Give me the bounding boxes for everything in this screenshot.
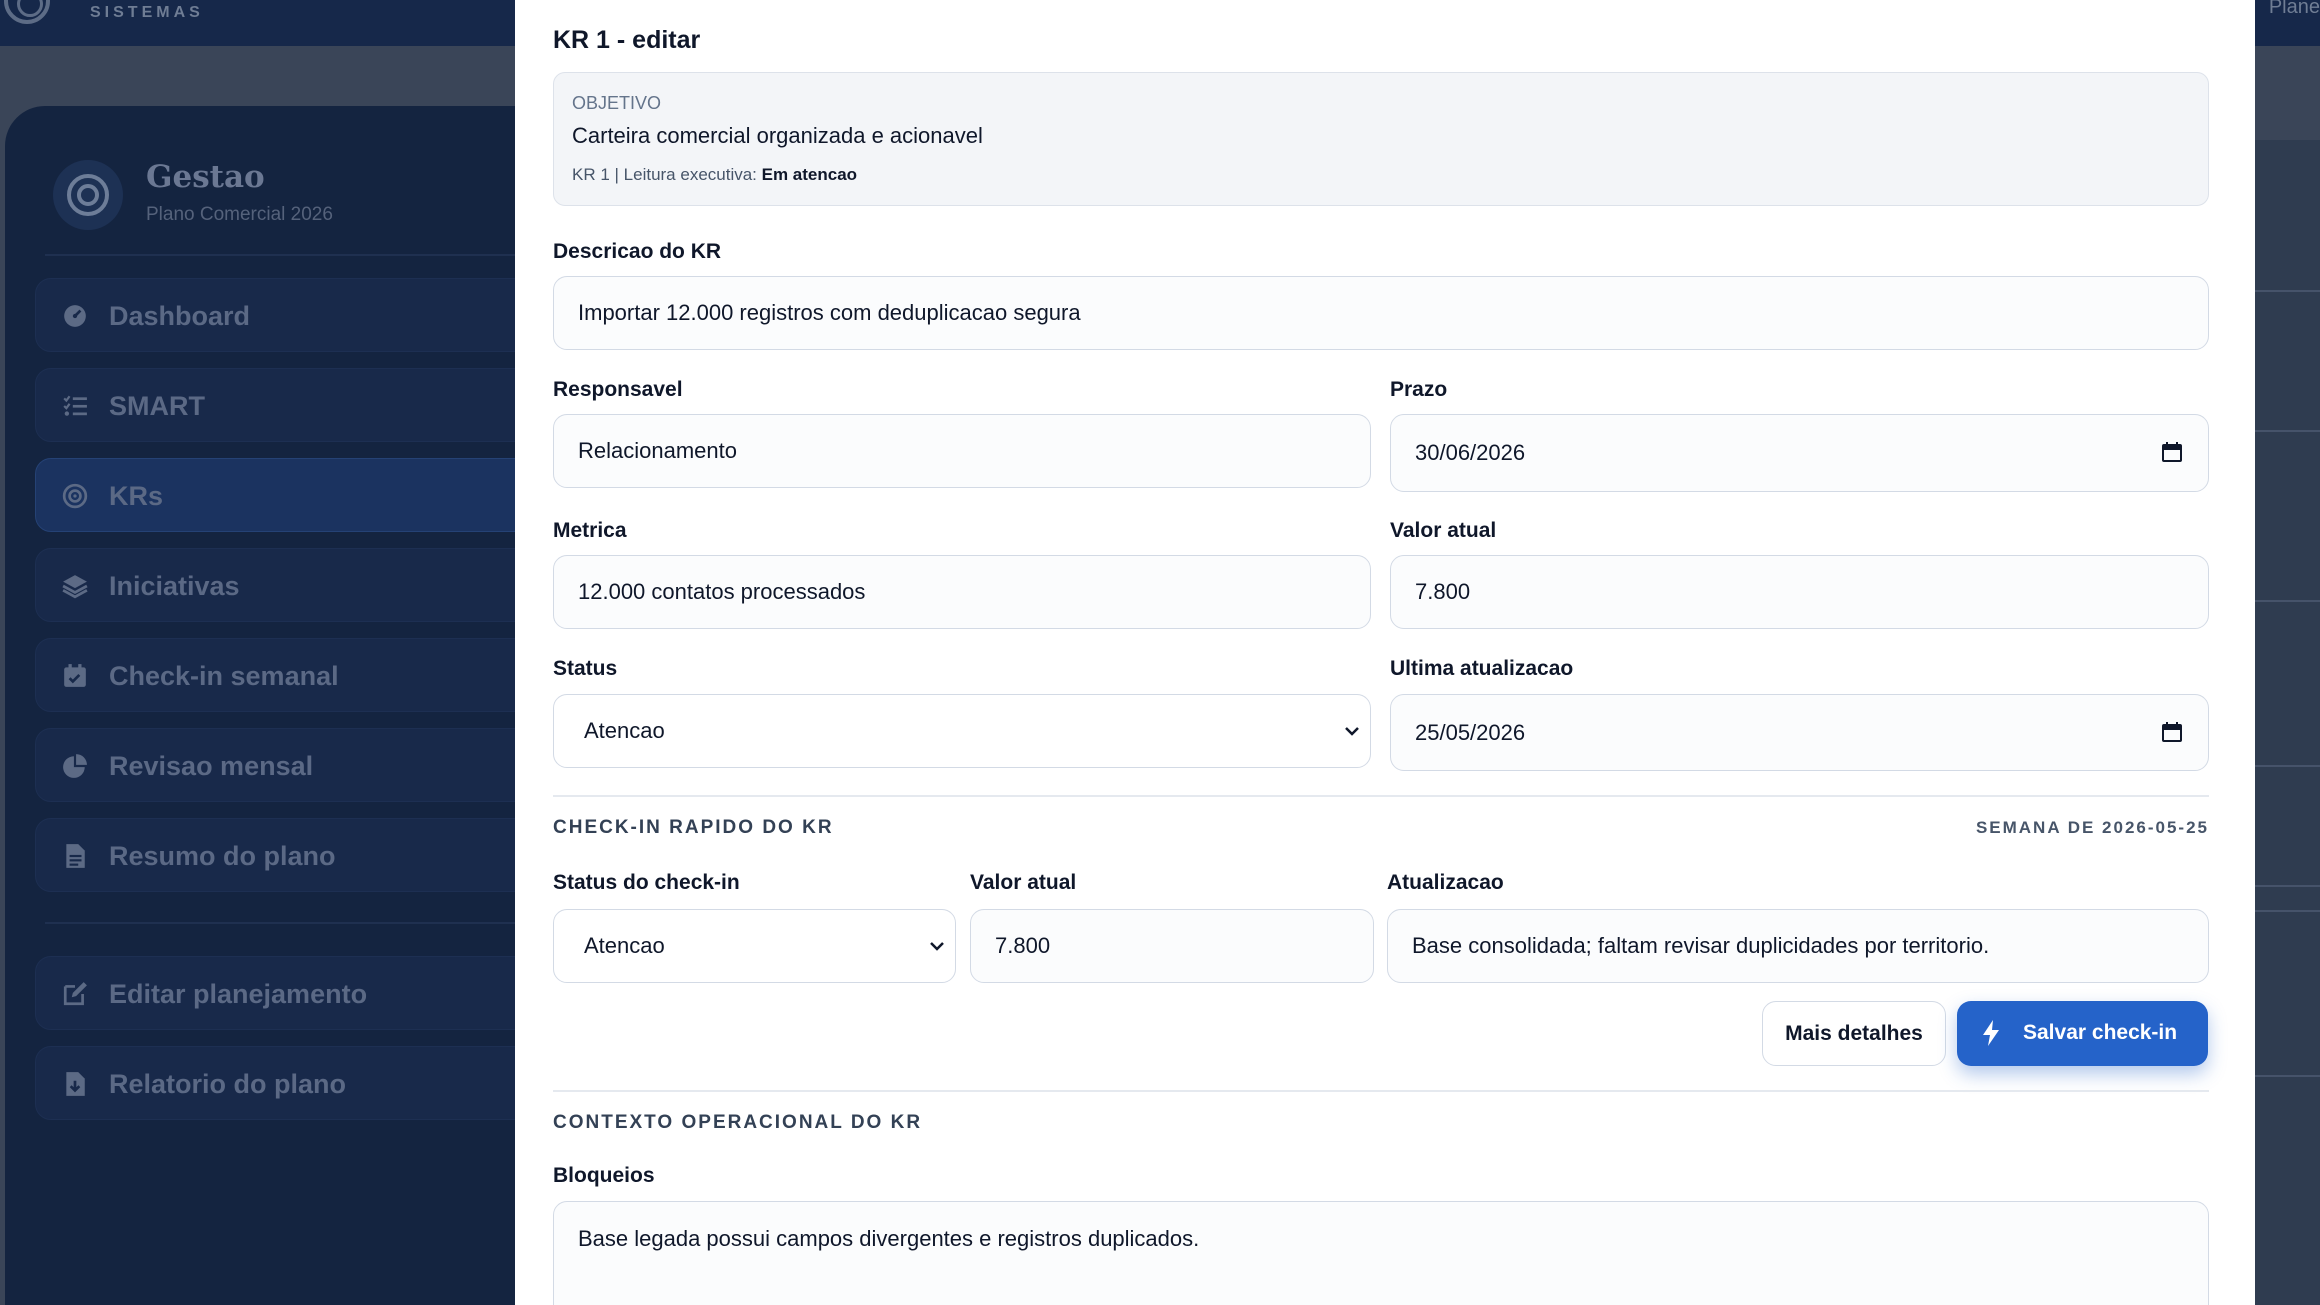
- sidebar-item-resumo-do-plano[interactable]: Resumo do plano: [35, 818, 565, 892]
- lightning-icon: [1983, 1020, 1999, 1046]
- bloqueios-label: Bloqueios: [553, 1164, 655, 1187]
- sidebar-item-label: KRs: [109, 481, 164, 511]
- metrica-label: Metrica: [553, 519, 627, 542]
- ultima-atualizacao-date-input[interactable]: 25/05/2026: [1390, 694, 2209, 771]
- checkin-atualizacao-input[interactable]: Base consolidada; faltam revisar duplici…: [1387, 909, 2209, 983]
- checkin-valor-input[interactable]: 7.800: [970, 909, 1374, 983]
- objective-meta-prefix: KR 1 | Leitura executiva:: [572, 165, 762, 184]
- pie-chart-icon: [63, 754, 87, 778]
- sidebar-item-label: Dashboard: [109, 301, 251, 331]
- sidebar-item-smart[interactable]: SMART: [35, 368, 565, 442]
- brand-subtitle: SISTEMAS: [90, 4, 204, 21]
- objective-label: OBJETIVO: [572, 93, 662, 113]
- objective-meta: KR 1 | Leitura executiva: Em atencao: [572, 165, 857, 185]
- sidebar-title: Gestao: [146, 159, 265, 195]
- checkin-status-selected-value: Atencao: [584, 933, 665, 958]
- save-checkin-label: Salvar check-in: [2023, 1021, 2178, 1044]
- checkin-status-label: Status do check-in: [553, 871, 740, 894]
- descricao-input[interactable]: Importar 12.000 registros com deduplicac…: [553, 276, 2209, 350]
- objective-meta-status: Em atencao: [761, 165, 858, 184]
- prazo-date-input[interactable]: 30/06/2026: [1390, 414, 2209, 492]
- calendar-check-icon: [64, 664, 86, 687]
- prazo-value: 30/06/2026: [1415, 440, 1526, 465]
- topbar-plan-label: Plane: [2268, 0, 2320, 18]
- chevron-down-icon: [1345, 727, 1359, 736]
- target-logo-icon: [53, 160, 123, 230]
- objective-summary-card: OBJETIVO Carteira comercial organizada e…: [553, 72, 2209, 206]
- save-checkin-button[interactable]: Salvar check-in: [1957, 1001, 2208, 1066]
- prazo-label: Prazo: [1390, 378, 1448, 401]
- edit-kr-modal: KR 1 - editar OBJETIVO Carteira comercia…: [515, 0, 2255, 1305]
- sidebar-item-revisao-mensal[interactable]: Revisao mensal: [35, 728, 565, 802]
- sidebar-item-label: Check-in semanal: [109, 661, 339, 691]
- section-divider: [553, 795, 2209, 797]
- checkin-status-select[interactable]: Atencao: [553, 909, 956, 983]
- sidebar-item-label: Relatorio do plano: [109, 1069, 347, 1099]
- sidebar-item-label: Revisao mensal: [109, 751, 314, 781]
- sidebar-item-krs[interactable]: KRs: [35, 458, 565, 532]
- modal-title: KR 1 - editar: [553, 26, 701, 54]
- valor-atual-label: Valor atual: [1390, 519, 1497, 542]
- status-selected-value: Atencao: [584, 718, 665, 743]
- checklist-icon: [63, 395, 87, 416]
- responsavel-input[interactable]: Relacionamento: [553, 414, 1371, 488]
- calendar-icon[interactable]: [2162, 722, 2182, 742]
- metrica-input[interactable]: 12.000 contatos processados: [553, 555, 1371, 629]
- dashboard-icon: [64, 305, 86, 327]
- status-select[interactable]: Atencao: [553, 694, 1371, 768]
- objective-value: Carteira comercial organizada e acionave…: [572, 123, 983, 148]
- section-divider: [553, 1090, 2209, 1092]
- sidebar-subtitle: Plano Comercial 2026: [146, 204, 333, 225]
- sidebar-divider: [45, 922, 565, 924]
- bloqueios-textarea[interactable]: Base legada possui campos divergentes e …: [553, 1201, 2209, 1305]
- checkin-week-label: SEMANA DE 2026-05-25: [1975, 818, 2209, 837]
- edit-icon: [63, 982, 87, 1006]
- valor-atual-input[interactable]: 7.800: [1390, 555, 2209, 629]
- status-label: Status: [553, 657, 618, 680]
- background-content-strip: [2254, 140, 2320, 1305]
- checkin-section-title: CHECK-IN RAPIDO DO KR: [553, 817, 834, 838]
- sidebar-item-label: Iniciativas: [109, 571, 240, 601]
- contexto-section-title: CONTEXTO OPERACIONAL DO KR: [553, 1112, 923, 1133]
- target-icon: [62, 483, 88, 509]
- layers-icon: [62, 575, 88, 599]
- sidebar-item-label: SMART: [109, 391, 205, 421]
- responsavel-label: Responsavel: [553, 378, 683, 401]
- chevron-down-icon: [930, 942, 944, 951]
- ultima-atualizacao-value: 25/05/2026: [1415, 720, 1526, 745]
- sidebar-item-dashboard[interactable]: Dashboard: [35, 278, 565, 352]
- sidebar-item-iniciativas[interactable]: Iniciativas: [35, 548, 565, 622]
- checkin-atualizacao-label: Atualizacao: [1387, 871, 1504, 894]
- sidebar: Gestao Plano Comercial 2026 Dashboard SM…: [5, 106, 565, 1305]
- sidebar-item-relatorio-do-plano[interactable]: Relatorio do plano: [35, 1046, 565, 1120]
- calendar-icon[interactable]: [2162, 442, 2182, 462]
- document-icon: [66, 844, 85, 868]
- checkin-valor-label: Valor atual: [970, 871, 1077, 894]
- brand-logo-icon: [4, 0, 50, 24]
- sidebar-item-label: Resumo do plano: [109, 841, 336, 871]
- more-details-button[interactable]: Mais detalhes: [1762, 1001, 1946, 1066]
- sidebar-item-check-in-semanal[interactable]: Check-in semanal: [35, 638, 565, 712]
- sidebar-divider: [45, 254, 565, 256]
- file-report-icon: [66, 1072, 85, 1096]
- sidebar-item-label: Editar planejamento: [109, 979, 368, 1009]
- sidebar-item-editar-planejamento[interactable]: Editar planejamento: [35, 956, 565, 1030]
- descricao-label: Descricao do KR: [553, 240, 722, 263]
- ultima-atualizacao-label: Ultima atualizacao: [1390, 657, 1574, 680]
